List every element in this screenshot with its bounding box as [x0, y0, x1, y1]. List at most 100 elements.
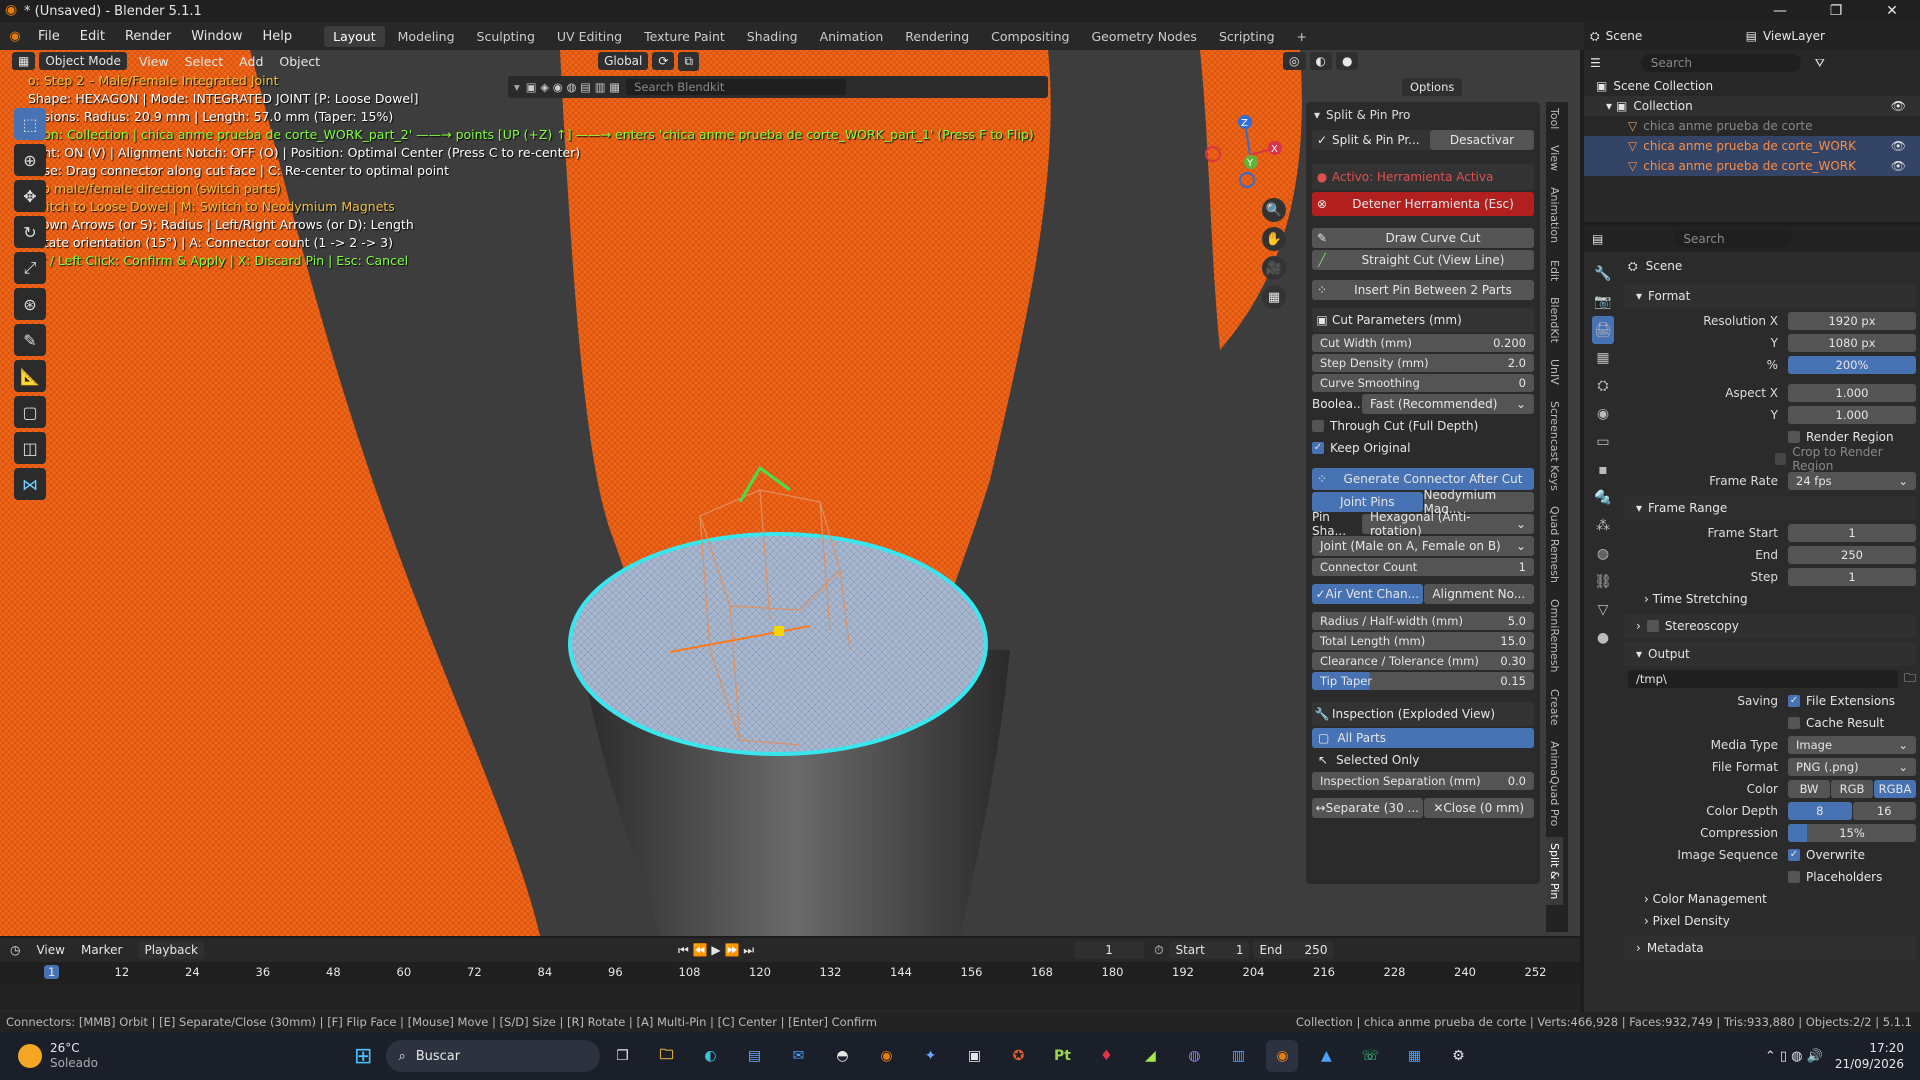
whatsapp-icon[interactable]: ☏ — [1354, 1040, 1386, 1072]
add-cube-icon[interactable]: ▢ — [14, 396, 46, 428]
outliner-type-icon[interactable]: ☰ — [1590, 56, 1601, 70]
blender-active-icon[interactable]: ◉ — [1266, 1040, 1299, 1072]
output-tab-icon[interactable]: 🖨 — [1592, 316, 1614, 344]
physics-tab-icon[interactable]: ◍ — [1592, 540, 1614, 568]
view-layer-icon[interactable]: ▤ — [1746, 29, 1757, 43]
joint-pins-tab[interactable]: Joint Pins — [1312, 492, 1423, 512]
properties-type-icon[interactable]: ▤ — [1592, 232, 1603, 246]
asset-type-icons[interactable]: ▣ ◈ ◉ ◍ ▤ ▥ ▦ — [526, 80, 620, 94]
render-tab-icon[interactable]: 📷 — [1592, 288, 1614, 316]
outliner-item-work-2[interactable]: ▽ chica anme prueba de corte_WORK 👁 — [1584, 156, 1920, 176]
menu-file[interactable]: File — [30, 29, 68, 44]
options-dropdown[interactable]: Options — [1402, 78, 1463, 96]
blender-menu-icon[interactable]: ◉ — [4, 29, 26, 44]
close-button[interactable]: ✕ — [1864, 0, 1920, 22]
insert-pin-button[interactable]: Insert Pin Between 2 Parts — [1332, 283, 1534, 297]
windows-start-icon[interactable]: ⊞ — [354, 1044, 372, 1069]
frame-end-field[interactable]: 250 — [1788, 546, 1916, 564]
jump-start-icon[interactable]: ⏮ — [678, 943, 689, 957]
media-type-dropdown[interactable]: Image ⌄ — [1788, 736, 1916, 754]
pinterest-app-icon[interactable]: ♦ — [1090, 1040, 1122, 1072]
maximize-button[interactable]: ❐ — [1808, 0, 1864, 22]
menu-window[interactable]: Window — [183, 29, 250, 44]
render-region-checkbox[interactable] — [1788, 431, 1800, 443]
npanel-tab[interactable]: View — [1546, 139, 1563, 177]
filter-icon[interactable]: ▾ — [514, 80, 520, 94]
scene-tab-icon[interactable]: ⛭ — [1592, 372, 1614, 400]
shading-solid-icon[interactable]: ● — [1335, 52, 1359, 70]
task-view-icon[interactable]: ❐ — [606, 1040, 638, 1072]
air-vent-toggle[interactable]: ✓ Air Vent Chan... — [1312, 584, 1423, 604]
time-stretching-section[interactable]: › Time Stretching — [1644, 592, 1748, 606]
connector-count-field[interactable]: Connector Count 1 — [1312, 558, 1534, 576]
particles-tab-icon[interactable]: ⁂ — [1592, 512, 1614, 540]
split-pin-tool-icon[interactable]: ⋈ — [14, 468, 46, 500]
vp-menu-add[interactable]: Add — [231, 54, 271, 69]
tab-rendering[interactable]: Rendering — [896, 26, 978, 47]
outliner-item-original[interactable]: ▽ chica anme prueba de corte — [1584, 116, 1920, 136]
material-tab-icon[interactable]: ● — [1592, 624, 1614, 652]
blendkit-search-input[interactable]: Search Blendkit — [626, 79, 847, 95]
orientation-dropdown[interactable]: Global — [598, 52, 649, 70]
camera-icon[interactable]: 🎥 — [1262, 256, 1286, 280]
taskbar-search-input[interactable]: ⌕ Buscar — [386, 1040, 601, 1072]
deactivate-button[interactable]: Desactivar — [1430, 130, 1534, 150]
tab-texture-paint[interactable]: Texture Paint — [635, 26, 734, 47]
file-explorer-icon[interactable]: 🗀 — [650, 1040, 682, 1072]
close-button-panel[interactable]: ✕ Close (0 mm) — [1423, 798, 1534, 818]
npanel-tab[interactable]: AnimaQuad Pro — [1546, 735, 1563, 832]
stereoscopy-section[interactable]: › Stereoscopy — [1624, 614, 1916, 638]
npanel-tab[interactable]: UnIV — [1546, 353, 1563, 391]
total-length-field[interactable]: Total Length (mm) 15.0 — [1312, 632, 1534, 650]
keep-original-checkbox[interactable]: ✓ — [1312, 442, 1324, 454]
through-cut-checkbox[interactable] — [1312, 420, 1324, 432]
collection-row[interactable]: ▾ ▣ Collection 👁 — [1584, 96, 1920, 116]
resolution-y-field[interactable]: 1080 px — [1788, 334, 1916, 352]
eye-icon[interactable]: 👁 — [1891, 159, 1906, 173]
vector-app-icon[interactable]: ▲ — [1310, 1040, 1342, 1072]
move-icon[interactable]: ✥ — [14, 180, 46, 212]
npanel-tab[interactable]: Quad Remesh — [1546, 500, 1563, 589]
game-app-icon[interactable]: ✪ — [1002, 1040, 1034, 1072]
cut-width-field[interactable]: Cut Width (mm) 0.200 — [1312, 334, 1534, 352]
aspect-x-field[interactable]: 1.000 — [1788, 384, 1916, 402]
file-format-dropdown[interactable]: PNG (.png) ⌄ — [1788, 758, 1916, 776]
npanel-tab[interactable]: Split & Pin — [1546, 836, 1563, 906]
timeline-track[interactable] — [0, 984, 1580, 1010]
current-frame-field[interactable]: 1 — [1074, 941, 1145, 959]
constraints-tab-icon[interactable]: ⛓ — [1592, 568, 1614, 596]
tab-compositing[interactable]: Compositing — [982, 26, 1078, 47]
end-frame-field[interactable]: End 250 — [1253, 941, 1334, 959]
stereoscopy-checkbox[interactable] — [1646, 620, 1659, 632]
npanel-tab[interactable]: Tool — [1546, 102, 1563, 135]
world-tab-icon[interactable]: ◉ — [1592, 400, 1614, 428]
tab-layout[interactable]: Layout — [324, 25, 385, 47]
npanel-tab[interactable]: Edit — [1546, 254, 1563, 287]
generate-connector-button[interactable]: Generate Connector After Cut — [1332, 472, 1534, 486]
npanel-tab[interactable]: Screencast Keys — [1546, 395, 1563, 497]
vp-menu-view[interactable]: View — [131, 54, 177, 69]
radius-field[interactable]: Radius / Half-width (mm) 5.0 — [1312, 612, 1534, 630]
tab-scripting[interactable]: Scripting — [1210, 26, 1284, 47]
menu-help[interactable]: Help — [255, 29, 301, 44]
format-section[interactable]: ▾ Format — [1624, 284, 1916, 308]
system-tray[interactable]: ⌃ ▯ ◍ 🔊 — [1765, 1049, 1823, 1064]
measure-icon[interactable]: 📐 — [14, 360, 46, 392]
straight-cut-button[interactable]: Straight Cut (View Line) — [1332, 253, 1534, 267]
frame-step-field[interactable]: 1 — [1788, 568, 1916, 586]
color-rgba-option[interactable]: RGBA — [1874, 780, 1916, 798]
filter-funnel-icon[interactable]: ⛛ — [1815, 56, 1825, 71]
data-tab-icon[interactable]: ▽ — [1592, 596, 1614, 624]
transform-icon[interactable]: ⊛ — [14, 288, 46, 320]
pivot-icon[interactable]: ⟳ — [652, 52, 675, 70]
select-box-icon[interactable]: ⬚ — [14, 108, 46, 140]
snap-icon[interactable]: ⧉ — [678, 51, 700, 71]
npanel-tab[interactable]: OmniRemesh — [1546, 593, 1563, 679]
jump-end-icon[interactable]: ⏭ — [743, 943, 754, 957]
stop-tool-button[interactable]: Detener Herramienta (Esc) — [1332, 197, 1534, 211]
joint-dropdown[interactable]: Joint (Male on A, Female on B) ⌄ — [1312, 536, 1534, 556]
add-workspace-icon[interactable]: + — [1288, 26, 1316, 47]
curve-smoothing-field[interactable]: Curve Smoothing 0 — [1312, 374, 1534, 392]
frame-start-field[interactable]: 1 — [1788, 524, 1916, 542]
scene-icon[interactable]: ⛭ — [1590, 29, 1600, 44]
